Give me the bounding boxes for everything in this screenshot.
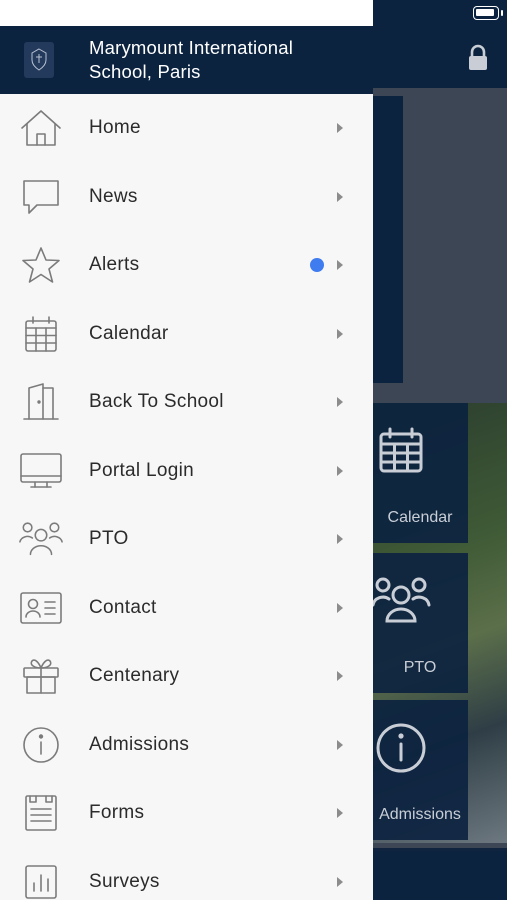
menu-label-forms: Forms [89,802,145,824]
people-group-icon [371,577,431,623]
tile-calendar-label: Calendar [387,509,453,526]
tab-bar [373,851,507,900]
tile-admissions-label: Admissions [379,806,461,823]
info-icon [18,722,64,768]
info-icon [376,723,426,773]
chevron-right-icon [337,191,343,202]
chevron-right-icon [337,397,343,408]
chevron-right-icon [337,123,343,134]
menu-item-forms[interactable]: Forms [0,779,373,848]
menu-item-surveys[interactable]: Surveys [0,848,373,900]
drawer-menu: Home News Alerts Calendar Back To School… [0,94,373,900]
menu-item-calendar[interactable]: Calendar [0,300,373,369]
menu-label-portal-login: Portal Login [89,459,195,481]
calendar-icon [379,427,423,473]
home-banner[interactable] [373,96,403,383]
tile-calendar[interactable]: Calendar [373,403,468,543]
menu-item-news[interactable]: News [0,163,373,232]
menu-item-contact[interactable]: Contact [0,574,373,643]
drawer-header: Marymount International School, Paris [0,26,373,94]
contact-card-icon [18,585,64,631]
menu-label-calendar: Calendar [89,322,169,344]
tile-admissions[interactable]: Admissions [373,700,468,840]
menu-item-admissions[interactable]: Admissions [0,711,373,780]
menu-label-surveys: Surveys [89,870,160,892]
menu-label-admissions: Admissions [89,733,190,755]
menu-label-alerts: Alerts [89,254,140,276]
chevron-right-icon [337,534,343,545]
menu-item-home[interactable]: Home [0,94,373,163]
unread-badge [310,258,324,273]
chevron-right-icon [337,260,343,271]
star-icon [18,242,64,288]
calendar-icon [18,311,64,357]
school-name: Marymount International School, Paris [89,37,294,82]
menu-item-pto[interactable]: PTO [0,505,373,574]
tile-pto-label: PTO [403,659,437,676]
lock-icon[interactable] [467,44,489,77]
school-logo [24,42,54,78]
chevron-right-icon [337,602,343,613]
chevron-right-icon [337,876,343,887]
menu-item-back-to-school[interactable]: Back To School [0,368,373,437]
door-icon [18,379,64,425]
form-icon [18,790,64,836]
navigation-drawer: Marymount International School, Paris Ho… [0,0,373,900]
menu-item-portal-login[interactable]: Portal Login [0,437,373,506]
chevron-right-icon [337,808,343,819]
menu-label-pto: PTO [89,528,129,550]
menu-label-contact: Contact [89,596,157,618]
battery-icon [473,6,499,20]
menu-label-back-to-school: Back To School [89,391,224,413]
menu-item-centenary[interactable]: Centenary [0,642,373,711]
menu-label-centenary: Centenary [89,665,180,687]
home-icon [18,105,64,151]
chevron-right-icon [337,739,343,750]
menu-label-news: News [89,185,138,207]
monitor-icon [18,448,64,494]
chevron-right-icon [337,328,343,339]
menu-item-alerts[interactable]: Alerts [0,231,373,300]
people-group-icon [18,516,64,562]
gift-icon [18,653,64,699]
chevron-right-icon [337,465,343,476]
bar-chart-icon [18,859,64,900]
menu-label-home: Home [89,117,141,139]
drawer-status-bar [0,0,373,26]
speech-bubble-icon [18,174,64,220]
tile-pto[interactable]: PTO [371,553,468,693]
battery-nub [501,10,503,16]
chevron-right-icon [337,671,343,682]
